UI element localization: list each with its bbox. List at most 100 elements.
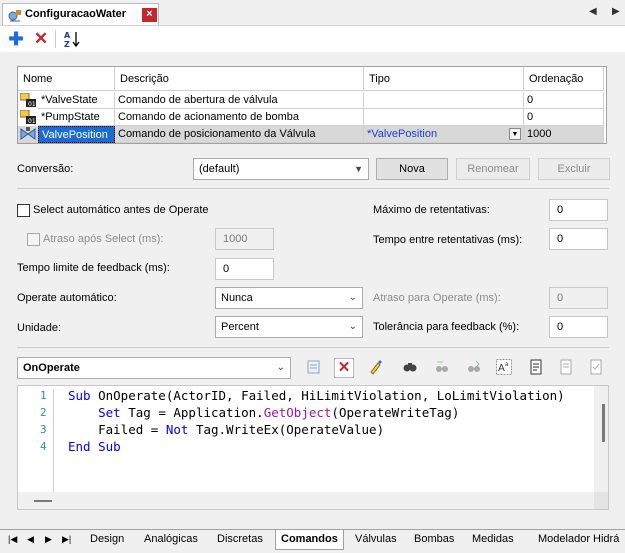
dropdown-arrow-icon[interactable]: ▼ <box>509 128 521 140</box>
svg-text:A: A <box>498 363 505 374</box>
tab-comandos[interactable]: Comandos <box>275 530 344 550</box>
line-number: 4 <box>40 440 47 453</box>
retry-time-input[interactable]: 0 <box>549 228 608 250</box>
next-tab-icon[interactable]: ▶ <box>45 530 52 550</box>
find-icon[interactable] <box>400 358 420 378</box>
tab-bombas[interactable]: Bombas <box>414 530 454 550</box>
feedback-timeout-label: Tempo limite de feedback (ms): <box>17 262 170 274</box>
operate-delay-label: Atraso para Operate (ms): <box>373 292 501 304</box>
font-size-icon[interactable]: Aa <box>494 358 514 378</box>
rename-button[interactable]: Renomear <box>456 158 530 180</box>
document-tab[interactable]: ConfiguracaoWater × <box>2 3 159 25</box>
chevron-down-icon: ⌄ <box>348 292 357 303</box>
scroll-right-icon[interactable]: ▶ <box>612 6 620 17</box>
cell-type[interactable] <box>364 109 524 126</box>
delete-icon[interactable]: ✕ <box>31 29 51 49</box>
operate-auto-select[interactable]: Nunca ⌄ <box>215 287 363 309</box>
insert-script-icon[interactable] <box>304 358 324 378</box>
chevron-down-icon: ⌄ <box>348 321 357 332</box>
script-event-value: OnOperate <box>23 362 80 374</box>
sort-az-icon[interactable]: AZ <box>62 29 82 49</box>
chevron-down-icon: ▼ <box>354 164 363 174</box>
tab-analogicas[interactable]: Analógicas <box>144 530 198 550</box>
tab-discretas[interactable]: Discretas <box>217 530 263 550</box>
new-button[interactable]: Nova <box>376 158 448 180</box>
operate-auto-value: Nunca <box>221 292 253 304</box>
retry-time-label: Tempo entre retentativas (ms): <box>373 234 523 246</box>
chevron-down-icon: ⌄ <box>276 362 285 373</box>
cell-order[interactable]: 1000 <box>524 126 604 143</box>
delay-after-select-input[interactable]: 1000 <box>215 228 274 250</box>
cell-name-selected[interactable]: ValvePosition <box>38 126 115 143</box>
valve-command-icon <box>20 127 36 141</box>
delay-after-select-label: Atraso após Select (ms): <box>43 233 164 245</box>
tab-valvulas[interactable]: Válvulas <box>355 530 397 550</box>
commands-grid: Nome Descrição Tipo Ordenação 01 *ValveS… <box>17 66 607 144</box>
cell-description[interactable]: Comando de acionamento de bomba <box>115 109 364 126</box>
find-replace-icon[interactable] <box>432 358 452 378</box>
bottom-tab-bar: |◀ ◀ ▶ ▶| Design Analógicas Discretas Co… <box>0 529 625 553</box>
svg-text:a: a <box>505 361 509 368</box>
delay-after-select-checkbox[interactable] <box>27 233 40 246</box>
script-event-select[interactable]: OnOperate ⌄ <box>17 357 291 379</box>
first-tab-icon[interactable]: |◀ <box>8 530 17 550</box>
cell-order[interactable]: 0 <box>524 92 604 109</box>
horizontal-scrollbar[interactable] <box>18 492 594 509</box>
feedback-timeout-input[interactable]: 0 <box>215 258 274 280</box>
cell-type: *ValvePosition <box>367 128 438 140</box>
cell-name[interactable]: *ValveState <box>38 92 115 109</box>
column-header-name[interactable]: Nome <box>18 67 115 91</box>
close-tab-icon[interactable]: × <box>142 8 157 22</box>
conversion-value: (default) <box>199 163 240 175</box>
conversion-label: Conversão: <box>17 163 74 175</box>
conversion-select[interactable]: (default) ▼ <box>193 158 369 180</box>
cell-type-dropdown[interactable]: *ValvePosition ▼ <box>364 126 524 143</box>
document-title: ConfiguracaoWater <box>25 8 127 20</box>
vertical-scrollbar[interactable] <box>594 386 608 492</box>
code-line-3: Failed = Not Tag.WriteEx(OperateValue) <box>68 422 385 437</box>
add-icon[interactable]: ✚ <box>6 29 26 49</box>
scrollbar-thumb[interactable] <box>602 404 605 442</box>
water-config-icon <box>7 7 23 26</box>
edit-script-icon[interactable] <box>366 358 386 378</box>
cell-description[interactable]: Comando de posicionamento da Válvula <box>115 126 364 143</box>
document-icon[interactable] <box>526 358 546 378</box>
find-next-icon[interactable] <box>464 358 484 378</box>
feedback-tolerance-label: Tolerância para feedback (%): <box>373 321 520 333</box>
feedback-tolerance-input[interactable]: 0 <box>549 316 608 338</box>
column-header-order[interactable]: Ordenação <box>524 67 604 91</box>
select-auto-label: Select automático antes de Operate <box>33 204 209 216</box>
scroll-left-icon[interactable]: ◀ <box>589 6 597 17</box>
section-divider <box>17 347 609 348</box>
script-editor[interactable]: 1 2 3 4 Sub OnOperate(ActorID, Failed, H… <box>17 385 609 510</box>
svg-text:01: 01 <box>28 101 36 107</box>
select-auto-checkbox[interactable] <box>17 204 30 217</box>
scrollbar-thumb[interactable] <box>34 500 52 502</box>
column-header-description[interactable]: Descrição <box>115 67 364 91</box>
code-line-2: Set Tag = Application.GetObject(OperateW… <box>98 405 460 420</box>
tab-design[interactable]: Design <box>90 530 124 550</box>
command-icon: 01 <box>19 92 36 108</box>
cell-name[interactable]: *PumpState <box>38 109 115 126</box>
operate-auto-label: Operate automático: <box>17 292 117 304</box>
cell-description[interactable]: Comando de abertura de válvula <box>115 92 364 109</box>
column-header-type[interactable]: Tipo <box>364 67 524 91</box>
prev-tab-icon[interactable]: ◀ <box>27 530 34 550</box>
operate-delay-input[interactable]: 0 <box>549 287 608 309</box>
document-list-icon[interactable] <box>556 358 576 378</box>
section-divider <box>17 188 609 189</box>
max-retries-input[interactable]: 0 <box>549 199 608 221</box>
gutter-divider <box>53 389 54 493</box>
line-number: 2 <box>40 406 47 419</box>
line-number: 3 <box>40 423 47 436</box>
tab-medidas[interactable]: Medidas <box>472 530 514 550</box>
delete-button[interactable]: Excluir <box>538 158 610 180</box>
delete-script-icon[interactable]: ✕ <box>334 358 354 378</box>
document-tab-bar: ConfiguracaoWater × ◀ ▶ <box>0 0 625 26</box>
unit-select[interactable]: Percent ⌄ <box>215 316 363 338</box>
tab-modelador-hidraulico[interactable]: Modelador Hidrá <box>538 530 619 550</box>
last-tab-icon[interactable]: ▶| <box>62 530 71 550</box>
cell-type[interactable] <box>364 92 524 109</box>
cell-order[interactable]: 0 <box>524 109 604 126</box>
document-check-icon[interactable] <box>586 358 606 378</box>
